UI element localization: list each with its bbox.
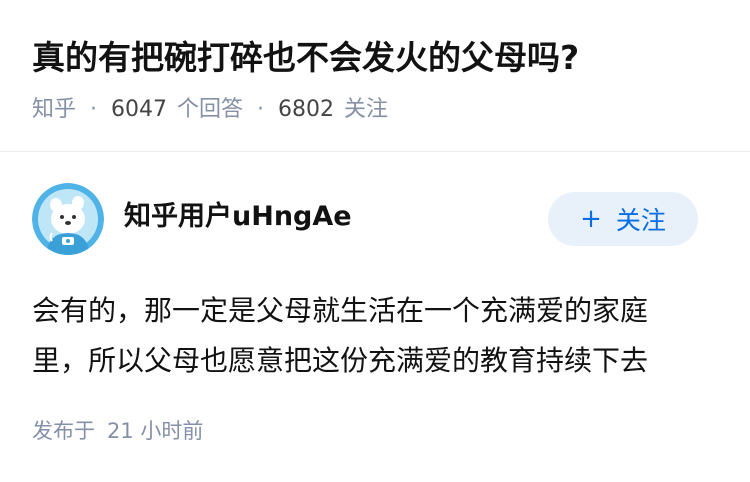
answer-content-line: 里，所以父母也愿意把这份充满爱的教育持续下去 (32, 344, 649, 377)
answer-count: 6047 (111, 97, 168, 122)
follow-button-label: 关注 (615, 206, 666, 235)
plus-icon: + (580, 204, 602, 234)
meta-separator: · (90, 97, 98, 122)
bear-astronaut-avatar-icon (32, 183, 104, 255)
answer-content[interactable]: 会有的，那一定是父母就生活在一个充满爱的家庭 里，所以父母也愿意把这份充满爱的教… (32, 286, 712, 386)
author-name[interactable]: 知乎用户uHngAe (124, 200, 352, 234)
publish-time: 发布于 21 小时前 (32, 416, 203, 446)
question-title[interactable]: 真的有把碗打碎也不会发火的父母吗? (32, 36, 579, 80)
follow-button[interactable]: + 关注 (548, 192, 698, 246)
question-meta: 知乎 · 6047 个回答 · 6802 关注 (32, 94, 388, 126)
answer-card: 知乎用户uHngAe + 关注 会有的，那一定是父母就生活在一个充满爱的家庭 里… (0, 152, 750, 482)
publish-relative-time: 21 小时前 (107, 419, 204, 443)
answer-count-label: 个回答 (177, 97, 244, 122)
publish-prefix: 发布于 (32, 419, 95, 443)
answer-content-line: 会有的，那一定是父母就生活在一个充满爱的家庭 (32, 294, 649, 327)
follow-count: 6802 (278, 97, 335, 122)
avatar[interactable] (32, 183, 104, 255)
source-label[interactable]: 知乎 (32, 94, 76, 126)
meta-separator: · (257, 97, 265, 122)
follow-count-label: 关注 (344, 97, 389, 122)
question-header: 真的有把碗打碎也不会发火的父母吗? 知乎 · 6047 个回答 · 6802 关… (0, 0, 750, 152)
